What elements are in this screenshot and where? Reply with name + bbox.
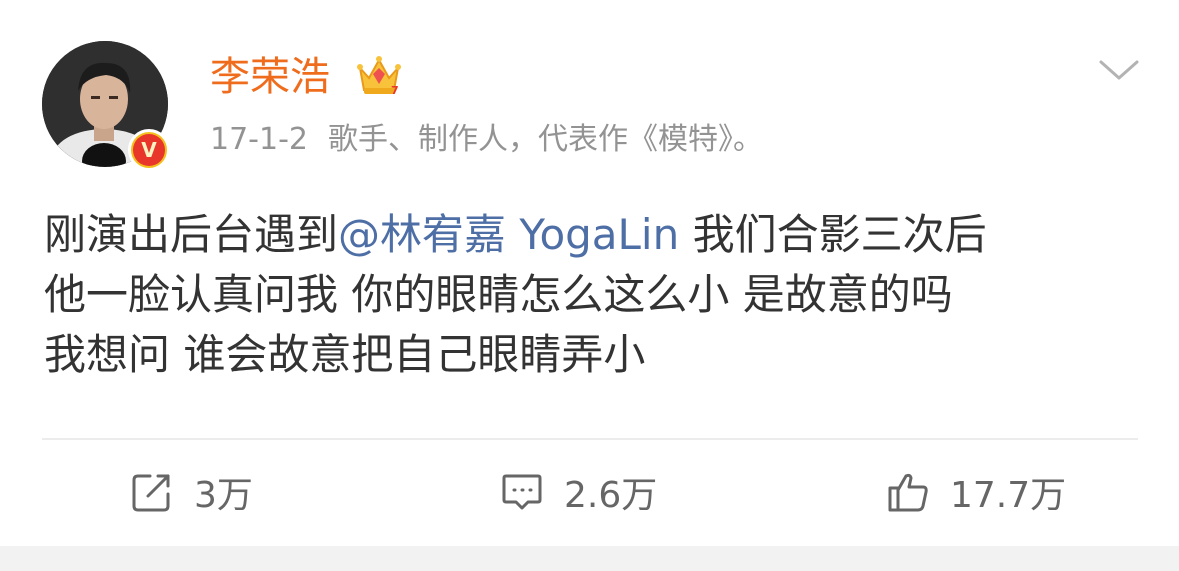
author-name[interactable]: 李荣浩 [210,52,330,102]
crown-icon[interactable]: 7 [356,54,402,98]
svg-text:7: 7 [391,84,399,97]
comment-button[interactable]: 2.6万 [500,466,657,518]
feed-separator [0,546,1179,571]
mention-link[interactable]: @林宥嘉 YogaLin [338,210,679,259]
repost-icon [132,474,170,512]
verified-v-icon: V [133,134,165,166]
post-body: 刚演出后台遇到@林宥嘉 YogaLin 我们合影三次后 他一脸认真问我 你的眼睛… [44,205,1154,385]
post-time: 17-1-2 [210,122,308,157]
post-line: 刚演出后台遇到@林宥嘉 YogaLin 我们合影三次后 [44,205,1154,265]
comment-count: 2.6万 [564,475,658,516]
divider [42,438,1138,440]
author-bio: 歌手、制作人，代表作《模特》。 [328,122,763,157]
like-count: 17.7万 [950,475,1067,516]
post-text-segment: 我们合影三次后 [679,210,987,259]
like-button[interactable]: 17.7万 [886,466,1066,518]
post-text-segment: 刚演出后台遇到 [44,210,339,259]
repost-button[interactable]: 3万 [130,466,253,518]
post-line: 他一脸认真问我 你的眼睛怎么这么小 是故意的吗 [44,270,953,319]
thumbs-up-icon [888,473,928,512]
chevron-down-icon[interactable] [1098,56,1140,84]
post-meta: 17-1-2 歌手、制作人，代表作《模特》。 [210,120,763,160]
comment-icon [502,474,542,510]
post-line: 我想问 谁会故意把自己眼睛弄小 [44,330,646,379]
verified-badge: V [128,129,170,171]
repost-count: 3万 [194,475,253,516]
